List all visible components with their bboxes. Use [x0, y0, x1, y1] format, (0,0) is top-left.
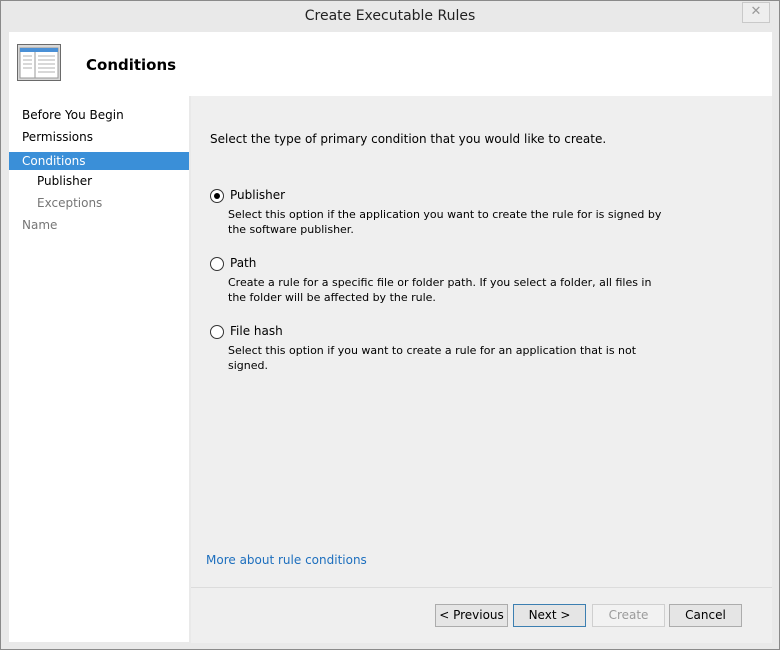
file-hash-radio[interactable] — [210, 325, 224, 339]
option-description: Select this option if you want to create… — [228, 344, 637, 372]
window-icon — [17, 44, 61, 81]
sidebar-item-publisher[interactable]: Publisher — [9, 172, 189, 190]
radio-selected-dot — [214, 193, 220, 199]
more-about-rule-conditions-link[interactable]: More about rule conditions — [206, 553, 367, 567]
cancel-button[interactable]: Cancel — [669, 604, 742, 627]
button-bar: < Previous Next > Create Cancel — [191, 587, 772, 643]
page-header: Conditions — [9, 32, 772, 96]
sidebar-item-exceptions: Exceptions — [9, 194, 189, 212]
option-label[interactable]: File hash — [230, 324, 283, 338]
sidebar-item-before-you-begin[interactable]: Before You Begin — [9, 106, 189, 124]
close-icon: ✕ — [750, 4, 762, 19]
sidebar-item-label: Conditions — [22, 154, 86, 168]
sidebar-item-name: Name — [9, 216, 189, 234]
sidebar-item-label: Publisher — [37, 174, 93, 188]
sidebar-item-label: Permissions — [22, 130, 93, 144]
sidebar-item-label: Before You Begin — [22, 108, 124, 122]
option-description: Select this option if the application yo… — [228, 208, 662, 236]
wizard-steps-sidebar: Before You Begin Permissions Conditions … — [9, 96, 189, 642]
title-bar: Create Executable Rules ✕ — [1, 1, 779, 32]
window-title: Create Executable Rules — [304, 8, 476, 24]
option-label[interactable]: Path — [230, 256, 256, 270]
path-radio[interactable] — [210, 257, 224, 271]
page-title: Conditions — [86, 56, 177, 74]
close-button[interactable]: ✕ — [742, 2, 770, 23]
previous-button[interactable]: < Previous — [435, 604, 508, 627]
option-description: Create a rule for a specific file or fol… — [228, 276, 652, 304]
sidebar-item-label: Name — [22, 218, 58, 232]
publisher-radio[interactable] — [210, 189, 224, 203]
create-button: Create — [592, 604, 665, 627]
dialog-window: Create Executable Rules ✕ Conditions Bef… — [0, 0, 780, 650]
sidebar-item-label: Exceptions — [37, 196, 103, 210]
instruction-text: Select the type of primary condition tha… — [210, 132, 607, 146]
sidebar-item-conditions[interactable]: Conditions — [9, 152, 189, 170]
sidebar-item-permissions[interactable]: Permissions — [9, 128, 189, 146]
option-label[interactable]: Publisher — [230, 188, 285, 202]
next-button[interactable]: Next > — [513, 604, 586, 627]
main-content: Select the type of primary condition tha… — [191, 96, 772, 587]
